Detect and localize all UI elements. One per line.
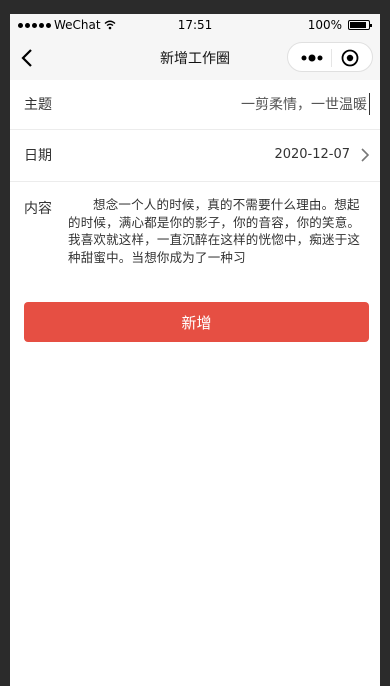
date-label: 日期 — [24, 148, 52, 164]
content-row: 内容 想念一个人的时候，真的不需要什么理由。想起的时候，满心都是你的影子，你的音… — [10, 182, 380, 282]
miniprogram-capsule — [287, 42, 373, 72]
battery-icon — [348, 20, 372, 30]
nav-bar: 新增工作圈 — [10, 36, 380, 80]
phone-screen: WeChat 17:51 100% 新增工作圈 主题 一剪柔情，一世温暖 日期 … — [10, 14, 380, 686]
chevron-right-icon — [361, 148, 370, 162]
theme-label: 主题 — [24, 97, 52, 113]
add-button[interactable]: 新增 — [24, 302, 369, 342]
close-circle-icon[interactable] — [341, 49, 359, 67]
date-row[interactable]: 日期 2020-12-07 — [10, 130, 380, 182]
content-textarea[interactable]: 想念一个人的时候，真的不需要什么理由。想起的时候，满心都是你的影子，你的音容，你… — [68, 196, 370, 268]
status-bar: WeChat 17:51 100% — [10, 14, 380, 36]
battery-percent: 100% — [307, 18, 342, 32]
battery-group: 100% — [307, 18, 372, 32]
theme-row: 主题 — [10, 80, 380, 130]
theme-input[interactable] — [167, 93, 370, 115]
date-picker-value[interactable]: 2020-12-07 — [274, 147, 350, 162]
content-label: 内容 — [24, 201, 52, 217]
capsule-divider — [331, 49, 332, 67]
more-icon[interactable] — [300, 53, 324, 63]
